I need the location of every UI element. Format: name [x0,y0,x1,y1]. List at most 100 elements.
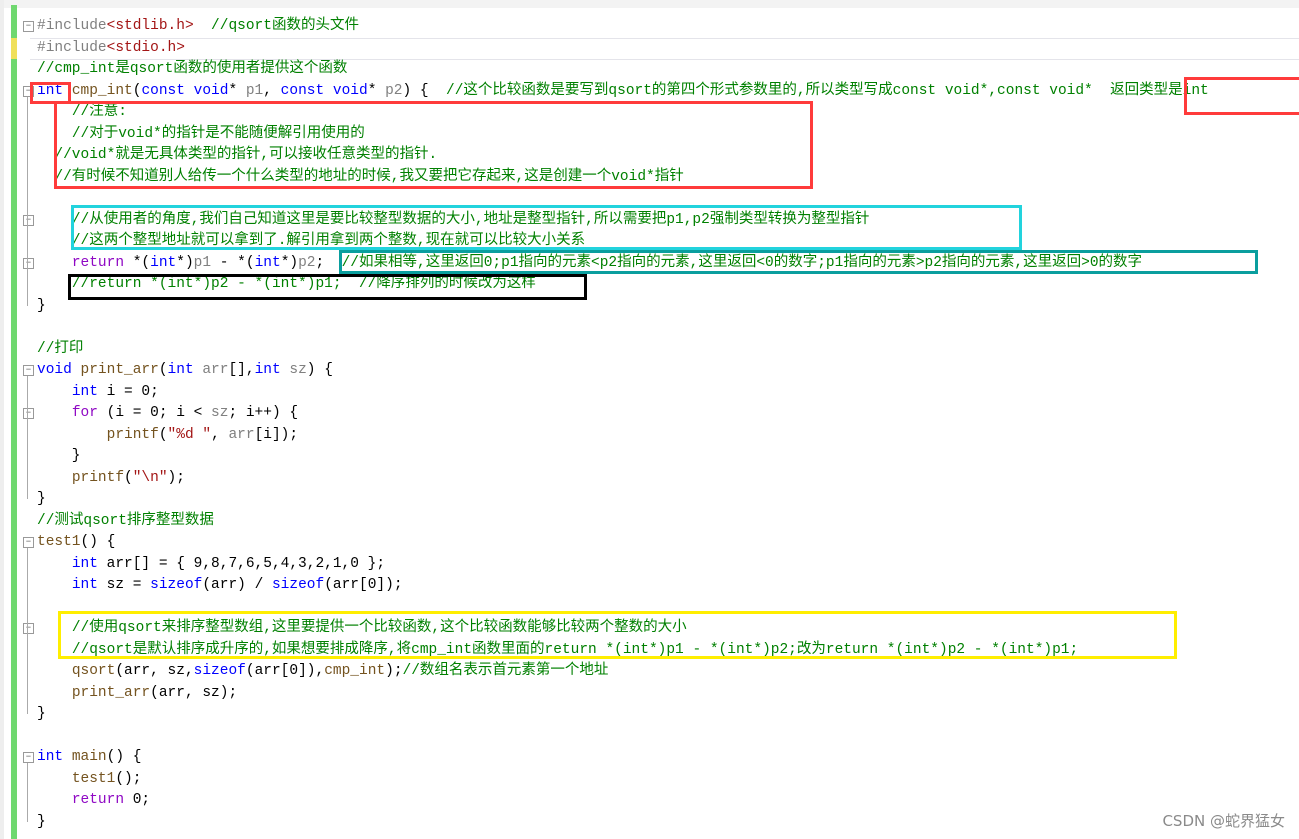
code-line[interactable]: //测试qsort排序整型数据 [37,511,1209,533]
code-text: } [37,448,81,464]
keyword: int [254,362,281,378]
code-line[interactable]: #include<stdio.h> [37,38,1209,60]
code-text: [i]); [254,426,299,443]
keyword: void [37,362,72,378]
code-line[interactable]: //打印 [37,339,1209,361]
function-name: main [71,749,107,765]
fold-guide-line [27,763,28,822]
fold-toggle-icon[interactable]: − [23,365,34,376]
keyword: int [71,383,98,400]
code-line[interactable]: for (i = 0; i < sz; i++) { [37,403,1209,425]
code-line[interactable]: int cmp_int(const void* p1, const void* … [37,81,1209,103]
code-text: ; i++) { [228,405,299,421]
function-name: printf [71,469,125,486]
code-text: (arr[0]), [245,663,325,679]
keyword: const void [141,82,229,99]
comment: //cmp_int是qsort函数的使用者提供这个函数 [37,61,348,77]
code-text: (i = 0; i < [97,405,212,421]
code-line[interactable]: } [37,446,1209,468]
annotation-box-qsort-notes [58,611,1177,659]
parameter: p2 [298,254,316,271]
code-line[interactable]: } [37,812,1209,834]
code-line[interactable] [37,317,1209,339]
code-text: - *( [211,254,255,271]
keyword: sizeof [150,577,203,593]
comment: //数组名表示首元素第一个地址 [402,663,609,679]
string-literal: "\n" [132,469,168,486]
code-text: 0; [124,792,151,808]
code-text: * [228,82,246,99]
code-text: } [37,706,46,722]
code-line[interactable]: #include<stdlib.h> //qsort函数的头文件 [37,16,1209,38]
code-text: ); [167,469,185,486]
function-name: test1 [71,770,116,787]
fold-toggle-icon[interactable]: − [23,408,34,419]
fold-toggle-icon[interactable]: − [23,257,34,269]
fold-toggle-icon[interactable]: − [23,214,34,226]
keyword: int [71,555,98,572]
fold-guide-line [27,548,28,714]
code-text: *) [176,254,194,271]
header-name: <stdio.h> [106,39,185,56]
fold-toggle-icon[interactable]: − [23,21,34,32]
code-text: ( [158,426,168,443]
preprocessor: #include [37,18,107,34]
code-text: ( [124,469,133,486]
parameter: sz [211,405,229,421]
code-line[interactable]: int main() { [37,747,1209,769]
code-text: ( [158,362,168,378]
fold-toggle-icon[interactable]: − [23,537,34,548]
keyword: int [254,254,281,271]
code-line[interactable]: printf("\n"); [37,468,1209,490]
code-line[interactable]: print_arr(arr, sz); [37,683,1209,705]
code-text: *( [124,254,151,271]
code-line[interactable]: } [37,704,1209,726]
code-line[interactable]: void print_arr(int arr[],int sz) { [37,360,1209,382]
fold-toggle-icon[interactable]: − [23,623,34,634]
code-text: (arr[0]); [324,577,403,593]
header-name: <stdlib.h> [106,18,194,34]
code-line[interactable] [37,726,1209,748]
code-text: } [37,491,46,507]
code-line[interactable]: int sz = sizeof(arr) / sizeof(arr[0]); [37,575,1209,597]
function-name: print_arr [71,684,151,701]
function-name: cmp_int [324,663,386,679]
left-edge [0,0,4,839]
code-line[interactable]: printf("%d ", arr[i]); [37,425,1209,447]
code-text: (arr, sz); [150,684,238,701]
code-line[interactable]: return 0; [37,790,1209,812]
code-line[interactable]: int arr[] = { 9,8,7,6,5,4,3,2,1,0 }; [37,554,1209,576]
code-line[interactable]: int i = 0; [37,382,1209,404]
code-text: (arr) / [202,577,272,593]
code-text: , [263,82,281,99]
keyword: int [71,577,98,593]
keyword: sizeof [271,577,325,593]
code-text: () { [106,749,142,765]
parameter: p1 [245,82,264,99]
function-name: printf [106,426,159,443]
control-keyword: for [71,405,98,421]
watermark: CSDN @蛇界猛女 [1162,812,1285,830]
code-line[interactable]: //cmp_int是qsort函数的使用者提供这个函数 [37,59,1209,81]
code-line[interactable]: test1(); [37,769,1209,791]
code-text: [], [228,362,255,378]
fold-toggle-icon[interactable]: − [23,752,34,763]
function-name: qsort [71,663,116,679]
code-line[interactable]: } [37,489,1209,511]
string-literal: "%d " [167,426,212,443]
code-text: * [367,82,386,99]
change-tracking-bar [11,5,17,839]
code-line[interactable]: test1() { [37,532,1209,554]
code-line[interactable]: qsort(arr, sz,sizeof(arr[0]),cmp_int);//… [37,661,1209,683]
code-text: ) { [306,362,333,378]
